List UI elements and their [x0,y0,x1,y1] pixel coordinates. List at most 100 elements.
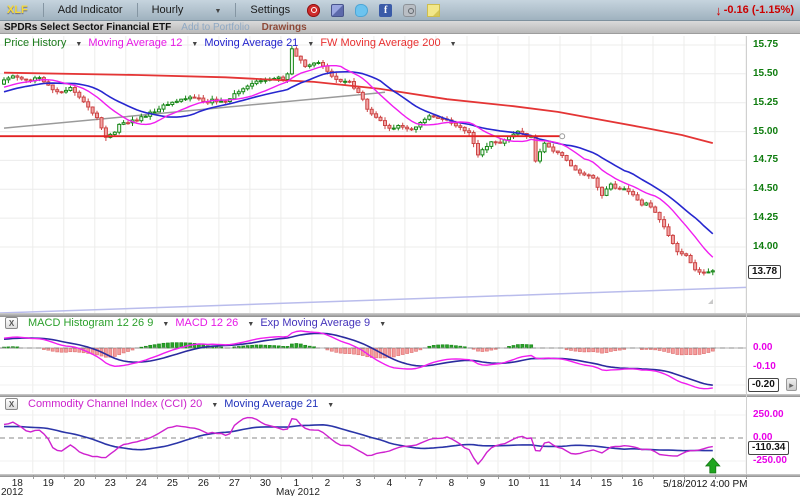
price-chart-canvas[interactable] [0,36,746,313]
date-axis: 181920232425262730123478910111415162012M… [0,476,760,496]
date-label: 10 [504,478,524,489]
interval-value: Hourly [152,4,184,16]
drawings-menu[interactable]: Drawings [262,22,307,33]
twitter-icon[interactable] [355,4,368,17]
macd-close-button[interactable]: X [5,317,18,329]
date-label: 9 [473,478,493,489]
panel-splitter[interactable] [0,394,800,397]
date-tick [529,475,530,479]
date-tick [126,475,127,479]
macd-axis: 0.00-0.10-0.20▸ [746,330,800,394]
chevron-down-icon: ▼ [214,8,221,15]
date-label: 30 [255,478,275,489]
date-label: 14 [566,478,586,489]
date-label: 4 [379,478,399,489]
axis-tick-label: -250.00 [753,455,787,466]
month-label: May 2012 [276,487,320,496]
price-legend-label: Price History [4,37,66,49]
date-label: 15 [597,478,617,489]
symbol-full-name: SPDRs Select Sector Financial ETF [4,22,171,33]
facebook-icon[interactable]: f [379,4,392,17]
price-legend-item[interactable]: Price History ▼ [4,37,82,49]
date-tick [343,475,344,479]
macd-legend-label: MACD Histogram 12 26 9 [28,317,153,329]
axis-tick-label: 14.00 [753,241,778,252]
date-label: 8 [441,478,461,489]
note-icon[interactable] [427,4,440,17]
axis-tick-label: 15.00 [753,126,778,137]
date-tick [95,475,96,479]
date-label: 23 [100,478,120,489]
axis-tick-label: 14.50 [753,183,778,194]
price-legend-label: Moving Average 21 [204,37,298,49]
macd-chart-canvas[interactable] [0,330,746,394]
axis-expand-button[interactable]: ▸ [786,378,797,391]
macd-panel-legend: XMACD Histogram 12 26 9 ▼MACD 12 26 ▼Exp… [5,317,392,329]
date-tick [560,475,561,479]
axis-tick-label: 15.25 [753,97,778,108]
date-label: 25 [162,478,182,489]
axis-tick-label: 250.00 [753,409,784,420]
last-value-box: 13.78 [748,265,781,279]
chevron-down-icon: ▼ [327,402,334,409]
chevron-down-icon: ▼ [191,41,198,48]
down-arrow-icon: ↓ [715,3,722,18]
macd-legend-item[interactable]: MACD Histogram 12 26 9 ▼ [28,317,169,329]
cci-panel-legend: XCommodity Channel Index (CCI) 20 ▼Movin… [5,398,340,410]
date-label: 24 [131,478,151,489]
price-legend-item[interactable]: Moving Average 12 ▼ [88,37,198,49]
toolbar-divider [137,3,138,17]
date-tick [436,475,437,479]
axis-tick-label: -0.10 [753,361,776,372]
interval-dropdown[interactable]: Hourly ▼ [152,4,222,16]
cci-legend-item[interactable]: Commodity Channel Index (CCI) 20 ▼ [28,398,218,410]
chevron-down-icon: ▼ [379,321,386,328]
add-indicator-button[interactable]: Add Indicator [58,4,123,16]
date-tick [467,475,468,479]
price-legend-item[interactable]: FW Moving Average 200 ▼ [320,37,456,49]
cube-icon[interactable] [331,4,344,17]
camera-icon[interactable] [403,4,416,17]
chevron-down-icon: ▼ [247,321,254,328]
cci-close-button[interactable]: X [5,398,18,410]
date-tick [653,475,654,479]
toolbar: XLF Add Indicator Hourly ▼ Settings f ↓ … [0,0,800,21]
last-value-box: -0.20 [748,378,779,392]
add-to-portfolio-link[interactable]: Add to Portfolio [181,22,249,33]
settings-button[interactable]: Settings [250,4,290,16]
price-change-indicator: ↓ -0.16 (-1.15%) [715,3,794,18]
worden-icon[interactable] [307,4,320,17]
toolbar-icon-group: f [307,4,451,17]
cci-legend-label: Commodity Channel Index (CCI) 20 [28,398,202,410]
date-tick [64,475,65,479]
change-value: -0.16 (-1.15%) [724,4,794,16]
macd-legend-label: Exp Moving Average 9 [260,317,370,329]
date-tick [374,475,375,479]
date-label: 27 [224,478,244,489]
date-label: 20 [69,478,89,489]
price-panel-legend: Price History ▼Moving Average 12 ▼Moving… [4,37,463,49]
toolbar-divider [43,3,44,17]
chevron-down-icon: ▼ [450,41,457,48]
charting-app-window: XLF Add Indicator Hourly ▼ Settings f ↓ … [0,0,800,496]
macd-legend-item[interactable]: Exp Moving Average 9 ▼ [260,317,386,329]
date-tick [219,475,220,479]
macd-legend-label: MACD 12 26 [175,317,238,329]
axis-tick-label: 15.50 [753,68,778,79]
date-tick [33,475,34,479]
axis-border [746,36,747,474]
price-legend-item[interactable]: Moving Average 21 ▼ [204,37,314,49]
date-tick [591,475,592,479]
chevron-down-icon: ▼ [307,41,314,48]
chevron-down-icon: ▼ [75,41,82,48]
date-tick [188,475,189,479]
date-tick [312,475,313,479]
cci-legend-item[interactable]: Moving Average 21 ▼ [224,398,334,410]
last-value-box: -110.34 [748,441,789,455]
cci-chart-canvas[interactable] [0,410,746,474]
macd-legend-item[interactable]: MACD 12 26 ▼ [175,317,254,329]
last-bar-timestamp: 5/18/2012 4:00 PM [663,479,748,490]
price-axis: 15.7515.5015.2515.0014.7514.5014.2514.00… [746,36,800,313]
cci-legend-label: Moving Average 21 [224,398,318,410]
axis-tick-label: 15.75 [753,39,778,50]
